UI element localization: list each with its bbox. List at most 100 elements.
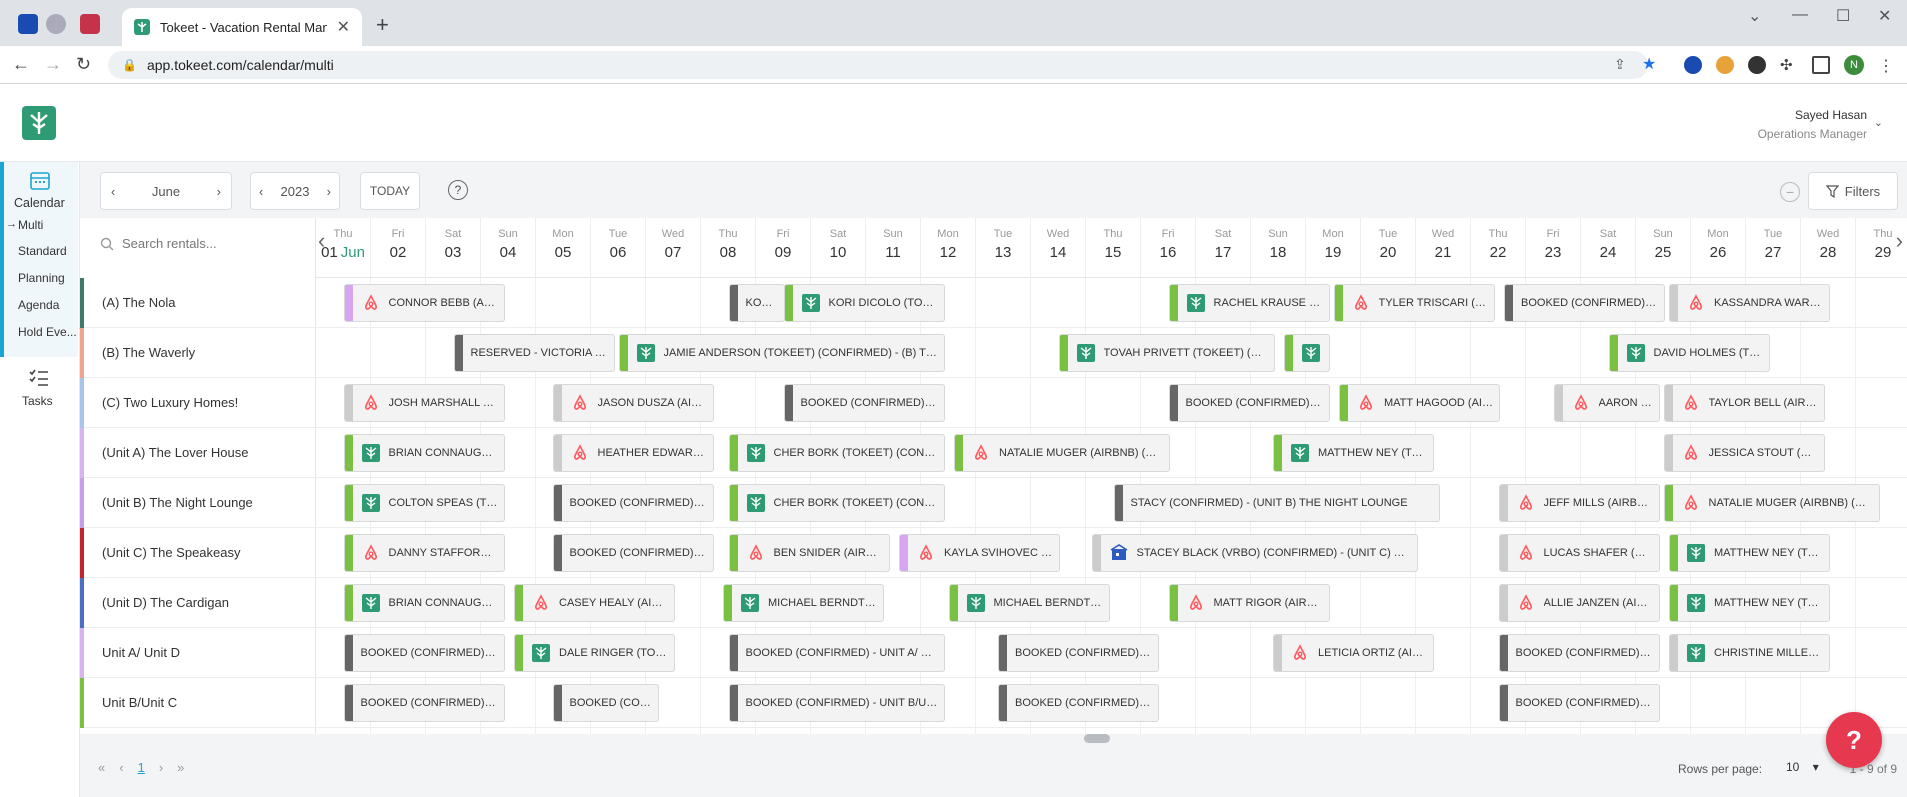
booking-bar[interactable]: DALE RINGER (TOKEE... <box>514 634 675 672</box>
pinned-tab-icon[interactable] <box>80 14 100 34</box>
chevron-right-icon[interactable]: › <box>327 184 331 199</box>
rental-row-name[interactable]: (B) The Waverly <box>80 328 316 378</box>
new-tab-icon[interactable]: + <box>376 12 389 38</box>
rental-row-name[interactable]: Unit A/ Unit D <box>80 628 316 678</box>
booking-bar[interactable]: TOVAH PRIVETT (TOKEET) (CON... <box>1058 334 1275 372</box>
tasks-icon[interactable] <box>28 368 50 388</box>
rows-per-page-select[interactable]: 10 ▾ <box>1786 760 1819 774</box>
close-tab-icon[interactable]: ✕ <box>337 17 350 37</box>
booking-bar[interactable]: BOOKED (CONFIRMED) - U... <box>343 684 505 722</box>
today-button[interactable]: TODAY <box>360 172 420 210</box>
booking-bar[interactable]: DANNY STAFFORD (AI... <box>343 534 505 572</box>
booking-bar[interactable]: BOOKED (CONFIRMED) - (C... <box>1504 284 1665 322</box>
booking-bar[interactable]: MATTHEW NEY (TOKE... <box>1273 434 1434 472</box>
rental-row-name[interactable]: (C) Two Luxury Homes! <box>80 378 316 428</box>
booking-bar[interactable]: CASEY HEALY (AIRBN... <box>514 584 675 622</box>
booking-bar[interactable]: RACHEL KRAUSE (TO... <box>1168 284 1330 322</box>
scroll-left-icon[interactable]: ‹ <box>318 228 325 254</box>
booking-bar[interactable]: AARON JO... <box>1553 384 1660 422</box>
help-circle-icon[interactable]: ? <box>448 180 468 200</box>
booking-bar[interactable]: RESERVED - VICTORIA (HO... <box>453 334 615 372</box>
rental-row-name[interactable]: (Unit A) The Lover House <box>80 428 316 478</box>
booking-bar[interactable]: CHER BORK (TOKEET) (CONFIRM... <box>728 434 945 472</box>
nav-standard[interactable]: Standard <box>18 244 67 258</box>
booking-bar[interactable]: NATALIE MUGER (AIRBNB) (CON... <box>1663 484 1880 522</box>
booking-bar[interactable]: T <box>1284 334 1330 372</box>
booking-bar[interactable]: STACY (CONFIRMED) - (UNIT B) THE NIGHT L… <box>1113 484 1440 522</box>
booking-bar[interactable]: BOOKED (CONFIRMED) - UNIT B/UNIT C <box>728 684 945 722</box>
booking-bar[interactable]: BRIAN CONNAUGHTO... <box>343 584 505 622</box>
extension-icon[interactable] <box>1748 56 1766 74</box>
booking-bar[interactable]: STACEY BLACK (VRBO) (CONFIRMED) - (UNIT … <box>1091 534 1418 572</box>
last-page-icon[interactable]: » <box>177 760 184 775</box>
booking-bar[interactable]: BOOKED (CONFIRMED) - U... <box>343 634 505 672</box>
menu-kebab-icon[interactable]: ⋮ <box>1878 56 1896 75</box>
nav-multi[interactable]: Multi <box>18 218 43 232</box>
prev-page-icon[interactable]: ‹ <box>119 760 123 775</box>
booking-bar[interactable]: BOOKED (CONFIRMED) - U... <box>552 484 714 522</box>
booking-bar[interactable]: MATT HAGOOD (AIRB... <box>1339 384 1500 422</box>
forward-icon[interactable]: → <box>44 54 62 75</box>
booking-bar[interactable]: TAYLOR BELL (AIRBN... <box>1663 384 1825 422</box>
booking-bar[interactable]: TYLER TRISCARI (AIR... <box>1333 284 1495 322</box>
booking-bar[interactable]: KORI DICOLO (TOKEE... <box>783 284 945 322</box>
rental-row-name[interactable]: (A) The Nola <box>80 278 316 328</box>
booking-bar[interactable]: DAVID HOLMES (TOK... <box>1608 334 1770 372</box>
close-window-icon[interactable]: ✕ <box>1878 6 1891 26</box>
nav-planning[interactable]: Planning <box>18 271 65 285</box>
tokeet-logo[interactable] <box>22 106 56 140</box>
scroll-right-icon[interactable]: › <box>1896 228 1903 254</box>
booking-bar[interactable]: BEN SNIDER (AIRBNB... <box>728 534 890 572</box>
booking-bar[interactable]: HEATHER EDWARDS (... <box>552 434 714 472</box>
chevron-right-icon[interactable]: › <box>217 184 221 199</box>
booking-bar[interactable]: MICHAEL BERNDT (T... <box>948 584 1110 622</box>
search-input[interactable]: Search rentals... <box>122 236 217 251</box>
booking-bar[interactable]: KASSANDRA WARMU... <box>1669 284 1830 322</box>
profile-avatar[interactable]: N <box>1844 55 1864 75</box>
chevron-down-icon[interactable]: ⌄ <box>1874 116 1883 129</box>
booking-bar[interactable]: BOOKED (CONFIRMED) - U... <box>552 534 714 572</box>
pinned-tab-icon[interactable] <box>18 14 38 34</box>
extension-icon[interactable] <box>1716 56 1734 74</box>
rental-row-name[interactable]: (Unit D) The Cardigan <box>80 578 316 628</box>
chevron-left-icon[interactable]: ‹ <box>259 184 263 199</box>
rental-row-name[interactable]: (Unit B) The Night Lounge <box>80 478 316 528</box>
booking-bar[interactable]: BOOKED (CONFIRMED) - U... <box>1498 634 1660 672</box>
next-page-icon[interactable]: › <box>159 760 163 775</box>
reload-icon[interactable]: ↻ <box>76 54 91 75</box>
first-page-icon[interactable]: « <box>98 760 105 775</box>
nav-calendar[interactable]: Calendar <box>14 196 65 210</box>
booking-bar[interactable]: KORI... <box>728 284 785 322</box>
booking-bar[interactable]: LETICIA ORTIZ (AIRB... <box>1273 634 1434 672</box>
user-menu[interactable]: Sayed Hasan Operations Manager <box>1758 108 1867 141</box>
tab-list-chevron-icon[interactable]: ⌄ <box>1748 6 1761 26</box>
pinned-tab-icon[interactable] <box>46 14 66 34</box>
booking-bar[interactable]: COLTON SPEAS (TOK... <box>343 484 505 522</box>
booking-bar[interactable]: KAYLA SVIHOVEC (AI... <box>899 534 1060 572</box>
nav-tasks[interactable]: Tasks <box>22 394 53 408</box>
maximize-icon[interactable]: ☐ <box>1836 6 1850 26</box>
collapse-icon[interactable]: − <box>1780 182 1800 202</box>
nav-hold-events[interactable]: Hold Eve... <box>18 325 77 339</box>
nav-agenda[interactable]: Agenda <box>18 298 59 312</box>
bookmark-star-icon[interactable]: ★ <box>1642 54 1660 73</box>
filters-button[interactable]: Filters <box>1808 172 1898 210</box>
rental-row-name[interactable]: Unit B/Unit C <box>80 678 316 728</box>
booking-bar[interactable]: BOOKED (CONFIRMED) - UNIT A/ UNIT D <box>728 634 945 672</box>
booking-bar[interactable]: BOOKED (CONFIRMED) - U... <box>1498 684 1660 722</box>
share-icon[interactable]: ⇪ <box>1614 56 1632 74</box>
booking-bar[interactable]: CONNOR BEBB (AIRB... <box>343 284 505 322</box>
back-icon[interactable]: ← <box>12 54 30 75</box>
minimize-icon[interactable]: — <box>1792 6 1808 24</box>
booking-bar[interactable]: BOOKED (CONFIRMED) - U... <box>998 684 1159 722</box>
booking-bar[interactable]: NATALIE MUGER (AIRBNB) (CON... <box>954 434 1170 472</box>
calendar-icon[interactable] <box>30 170 50 190</box>
booking-bar[interactable]: JOSH MARSHALL (AI... <box>343 384 505 422</box>
search-rentals[interactable]: Search rentals... <box>100 236 217 251</box>
puzzle-icon[interactable]: ✣ <box>1780 56 1798 74</box>
page-number[interactable]: 1 <box>138 760 145 775</box>
booking-bar[interactable]: BOOKED (CONFI... <box>552 684 659 722</box>
booking-bar[interactable]: JAMIE ANDERSON (TOKEET) (CONFIRMED) - (B… <box>618 334 945 372</box>
sidepanel-icon[interactable] <box>1812 56 1830 74</box>
rental-row-name[interactable]: (Unit C) The Speakeasy <box>80 528 316 578</box>
